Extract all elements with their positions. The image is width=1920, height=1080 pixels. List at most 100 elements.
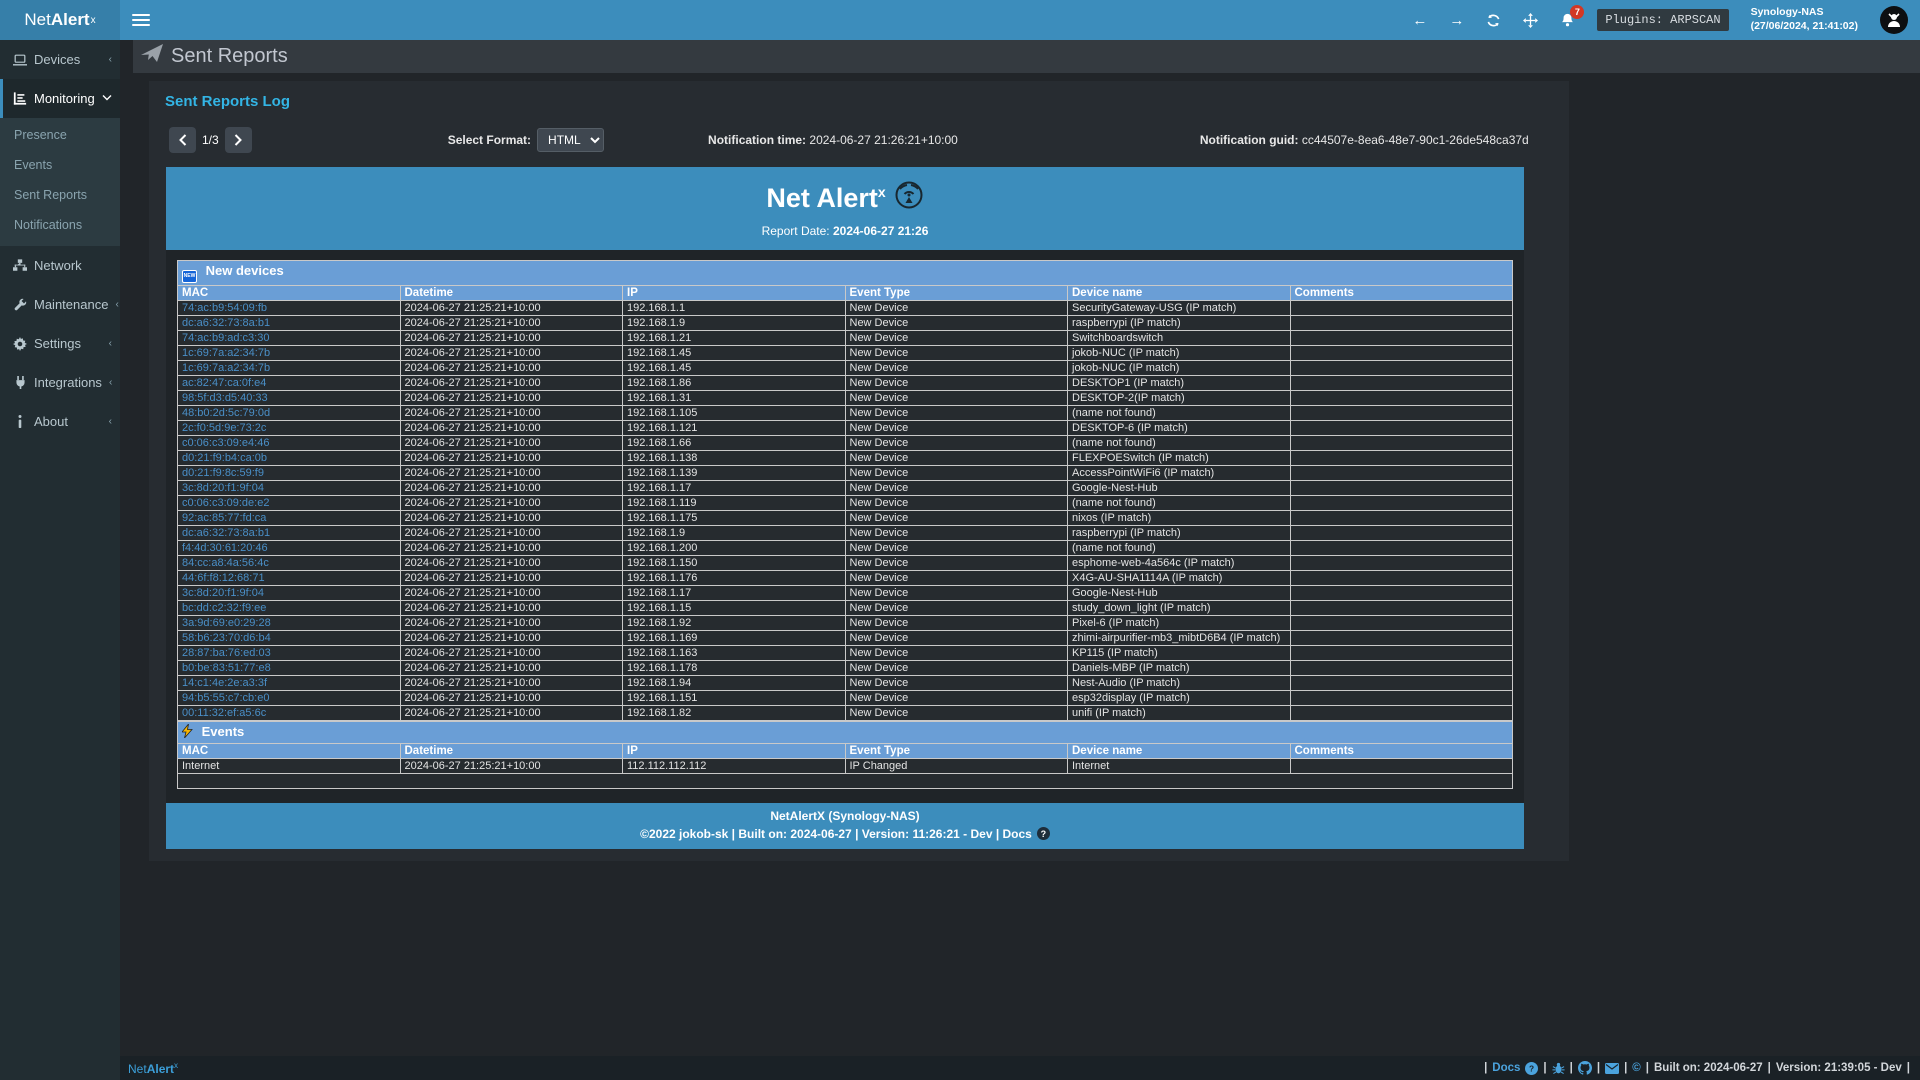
sidebar-item-settings[interactable]: Settings ‹ — [0, 324, 120, 363]
comment-cell — [1290, 540, 1513, 555]
mac-link[interactable]: 3c:8d:20:f1:9f:04 — [182, 482, 264, 494]
mac-link[interactable]: 58:b6:23:70:d6:b4 — [182, 632, 271, 644]
mac-link[interactable]: 44:6f:f8:12:68:71 — [182, 572, 265, 584]
column-header: Datetime — [400, 743, 623, 758]
sidebar-item-about[interactable]: About ‹ — [0, 402, 120, 441]
mac-cell: 28:87:ba:76:ed:03 — [178, 645, 401, 660]
bug-report-icon[interactable] — [1552, 1062, 1565, 1075]
report-table-row: d0:21:f9:8c:59:f92024-06-27 21:25:21+10:… — [178, 465, 1513, 480]
sidebar-item-maintenance[interactable]: Maintenance ‹ — [0, 285, 120, 324]
sidebar-item-integrations[interactable]: Integrations ‹ — [0, 363, 120, 402]
fullscreen-move-icon[interactable] — [1523, 13, 1538, 28]
mac-link[interactable]: 98:5f:d3:d5:40:33 — [182, 392, 268, 404]
sidebar-toggle-icon[interactable] — [132, 11, 150, 29]
nav-forward-icon[interactable]: → — [1449, 12, 1464, 29]
mac-cell: 3c:8d:20:f1:9f:04 — [178, 480, 401, 495]
user-avatar[interactable] — [1880, 6, 1908, 34]
ip-cell: 192.168.1.163 — [623, 645, 846, 660]
footer-brand[interactable]: NetAlertx — [128, 1061, 178, 1076]
email-icon[interactable] — [1605, 1063, 1619, 1074]
ip-cell: 192.168.1.139 — [623, 465, 846, 480]
report-table-row: 48:b0:2d:5c:79:0d2024-06-27 21:25:21+10:… — [178, 405, 1513, 420]
sidebar-item-notifications[interactable]: Notifications — [0, 210, 120, 240]
mac-link[interactable]: 2c:f0:5d:9e:73:2c — [182, 422, 266, 434]
format-select[interactable]: HTML — [537, 128, 604, 152]
ip-cell: 192.168.1.17 — [623, 480, 846, 495]
mac-cell: bc:dd:c2:32:f9:ee — [178, 600, 401, 615]
mac-link[interactable]: 84:cc:a8:4a:56:4c — [182, 557, 269, 569]
sidebar-item-network[interactable]: Network — [0, 246, 120, 285]
mac-link[interactable]: bc:dd:c2:32:f9:ee — [182, 602, 266, 614]
mac-link[interactable]: 92:ac:85:77:fd:ca — [182, 512, 266, 524]
ip-cell: 192.168.1.82 — [623, 705, 846, 720]
datetime-cell: 2024-06-27 21:25:21+10:00 — [400, 510, 623, 525]
mac-link[interactable]: 28:87:ba:76:ed:03 — [182, 647, 271, 659]
report-banner: Net Alertx Report Date: 2024-06-27 21:26 — [166, 167, 1524, 250]
mac-link[interactable]: dc:a6:32:73:8a:b1 — [182, 317, 270, 329]
mac-link[interactable]: 74:ac:b9:54:09:fb — [182, 302, 267, 314]
mac-link[interactable]: dc:a6:32:73:8a:b1 — [182, 527, 270, 539]
device-name-cell: nixos (IP match) — [1068, 510, 1291, 525]
mac-cell: f4:4d:30:61:20:46 — [178, 540, 401, 555]
mac-link[interactable]: 14:c1:4e:2e:a3:3f — [182, 677, 267, 689]
github-icon[interactable] — [1578, 1061, 1592, 1075]
docs-link[interactable]: Docs — [1492, 1062, 1520, 1074]
device-name-cell: (name not found) — [1068, 405, 1291, 420]
mac-link[interactable]: c0:06:c3:09:de:e2 — [182, 497, 269, 509]
card-title: Sent Reports Log — [149, 81, 1569, 110]
notifications-bell-icon[interactable]: 7 — [1560, 12, 1575, 28]
mac-link[interactable]: b0:be:83:51:77:e8 — [182, 662, 271, 674]
copyright-icon[interactable]: © — [1632, 1062, 1640, 1074]
mac-link[interactable]: 1c:69:7a:a2:34:7b — [182, 362, 270, 374]
sidebar-nav: Devices ‹ Monitoring Presence Events Sen… — [0, 40, 120, 1056]
sidebar-item-sent-reports[interactable]: Sent Reports — [0, 180, 120, 210]
brand-bold: Alert — [51, 10, 90, 30]
mac-link[interactable]: d0:21:f9:8c:59:f9 — [182, 467, 264, 479]
refresh-icon[interactable] — [1486, 13, 1501, 28]
ip-cell: 192.168.1.9 — [623, 525, 846, 540]
mac-link[interactable]: ac:82:47:ca:0f:e4 — [182, 377, 266, 389]
report-table-row: ac:82:47:ca:0f:e42024-06-27 21:25:21+10:… — [178, 375, 1513, 390]
sidebar-item-devices[interactable]: Devices ‹ — [0, 40, 120, 79]
datetime-cell: 2024-06-27 21:25:21+10:00 — [400, 495, 623, 510]
event-type-cell: New Device — [845, 645, 1068, 660]
datetime-cell: 2024-06-27 21:25:21+10:00 — [400, 360, 623, 375]
sidebar-item-events[interactable]: Events — [0, 150, 120, 180]
comment-cell — [1290, 690, 1513, 705]
mac-link[interactable]: 74:ac:b9:ad:c3:30 — [182, 332, 269, 344]
mac-link[interactable]: 3c:8d:20:f1:9f:04 — [182, 587, 264, 599]
nav-back-icon[interactable]: ← — [1412, 12, 1427, 29]
next-page-button[interactable] — [225, 127, 252, 153]
column-header: IP — [623, 743, 846, 758]
question-circle-icon[interactable]: ? — [1037, 827, 1050, 840]
mac-link[interactable]: f4:4d:30:61:20:46 — [182, 542, 268, 554]
comment-cell — [1290, 495, 1513, 510]
datetime-cell: 2024-06-27 21:25:21+10:00 — [400, 705, 623, 720]
mac-link[interactable]: 00:11:32:ef:a5:6c — [182, 707, 266, 719]
svg-text:?: ? — [1529, 1063, 1534, 1073]
ip-cell: 192.168.1.86 — [623, 375, 846, 390]
mac-link[interactable]: c0:06:c3:09:e4:46 — [182, 437, 269, 449]
report-footer-title: NetAlertX (Synology-NAS) — [166, 809, 1524, 823]
event-type-cell: New Device — [845, 525, 1068, 540]
mac-cell: c0:06:c3:09:de:e2 — [178, 495, 401, 510]
event-type-cell: New Device — [845, 315, 1068, 330]
mac-link[interactable]: d0:21:f9:b4:ca:0b — [182, 452, 267, 464]
report-table-row: bc:dd:c2:32:f9:ee2024-06-27 21:25:21+10:… — [178, 600, 1513, 615]
sidebar-item-monitoring[interactable]: Monitoring — [0, 79, 120, 118]
mac-link[interactable]: 94:b5:55:c7:cb:e0 — [182, 692, 269, 704]
question-circle-icon[interactable]: ? — [1525, 1062, 1538, 1075]
datetime-cell: 2024-06-27 21:25:21+10:00 — [400, 660, 623, 675]
mac-link[interactable]: 48:b0:2d:5c:79:0d — [182, 407, 270, 419]
mac-link[interactable]: 1c:69:7a:a2:34:7b — [182, 347, 270, 359]
mac-cell: ac:82:47:ca:0f:e4 — [178, 375, 401, 390]
prev-page-button[interactable] — [169, 127, 196, 153]
app-logo[interactable]: NetAlertx — [0, 0, 120, 40]
mac-cell: c0:06:c3:09:e4:46 — [178, 435, 401, 450]
mac-link[interactable]: 3a:9d:69:e0:29:28 — [182, 617, 271, 629]
event-type-cell: New Device — [845, 510, 1068, 525]
report-table-row: 92:ac:85:77:fd:ca 2024-06-27 21:25:21+10:… — [178, 510, 1513, 525]
ip-cell: 192.168.1.31 — [623, 390, 846, 405]
ip-cell: 192.168.1.9 — [623, 315, 846, 330]
sidebar-item-presence[interactable]: Presence — [0, 120, 120, 150]
